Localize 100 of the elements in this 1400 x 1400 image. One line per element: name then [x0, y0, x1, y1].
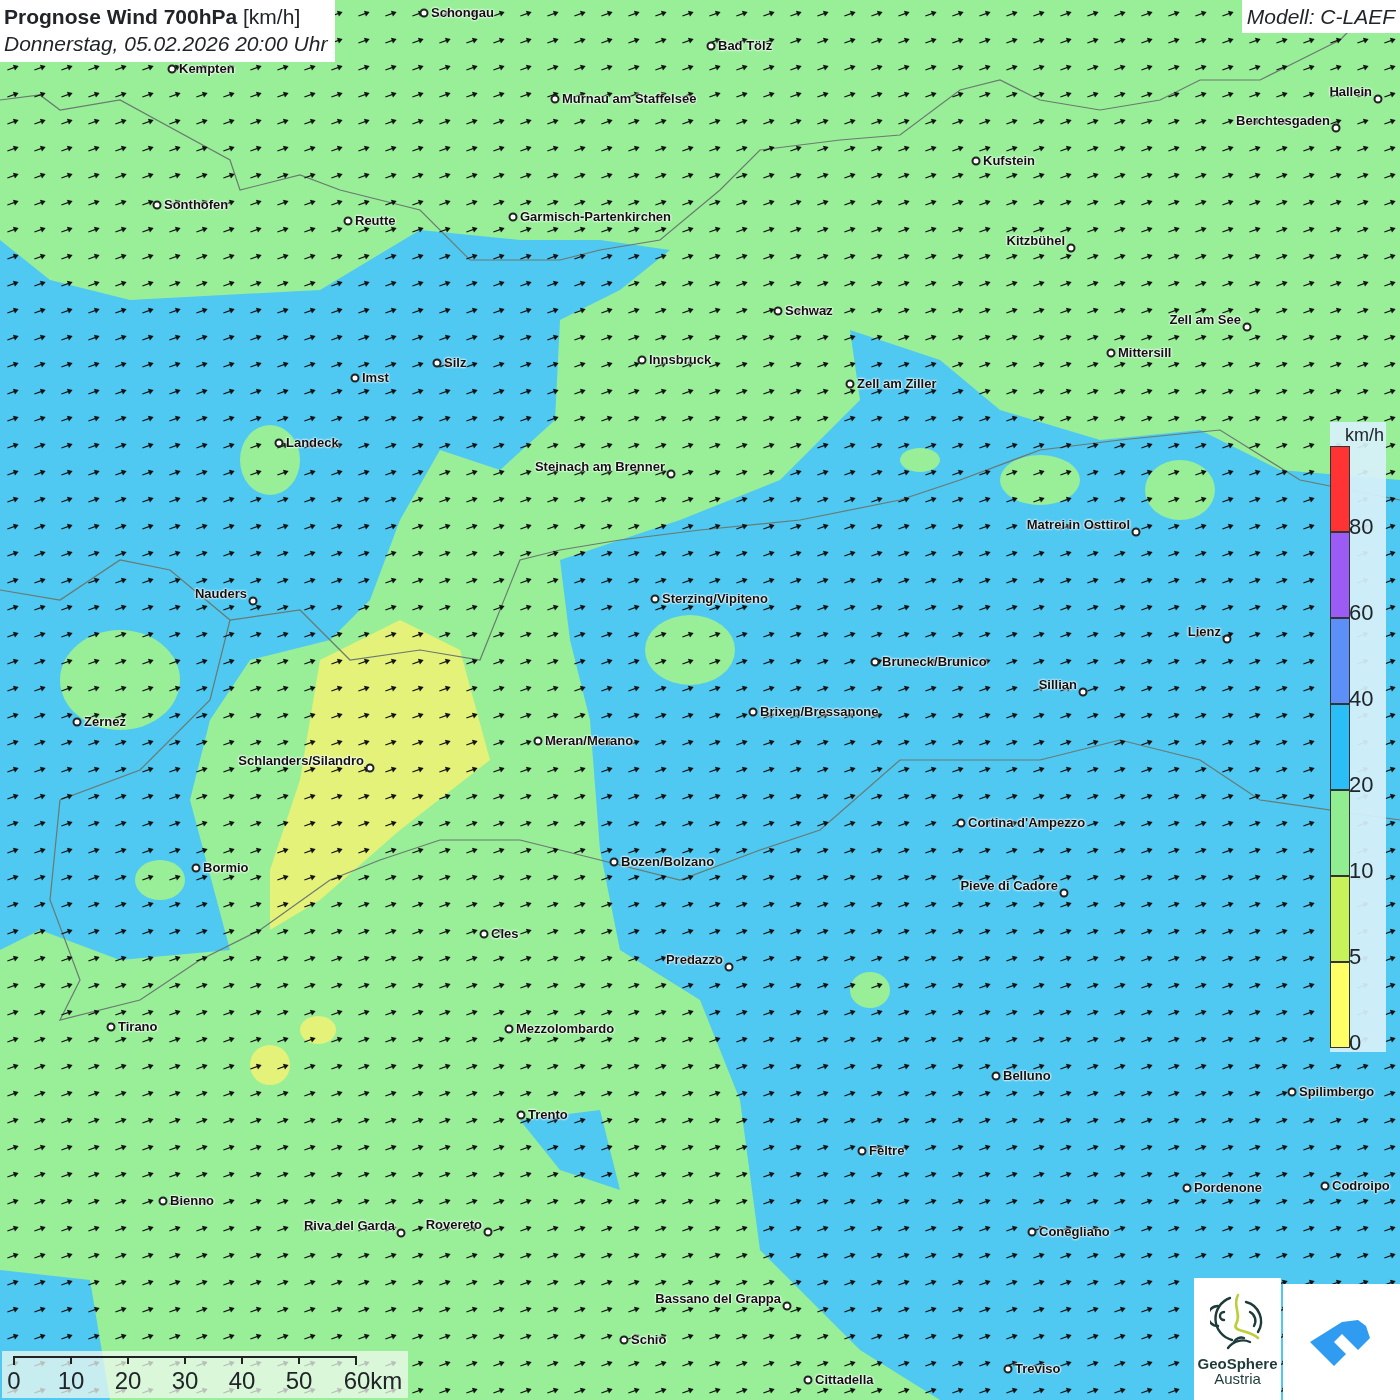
- city-marker-icon: [1027, 1227, 1037, 1237]
- city-marker-icon: [432, 358, 442, 368]
- city-label: Hallein: [1329, 85, 1372, 98]
- city-marker-icon: [365, 763, 375, 773]
- city-marker-icon: [991, 1071, 1001, 1081]
- city-marker-icon: [191, 863, 201, 873]
- city-label: Garmisch-Partenkirchen: [520, 210, 671, 223]
- city-label: Bad Tölz: [718, 39, 773, 52]
- city-label: Bienno: [170, 1194, 215, 1207]
- city-marker-icon: [782, 1301, 792, 1311]
- legend-value: 80: [1349, 516, 1374, 538]
- city-marker-icon: [1003, 1364, 1013, 1374]
- city-label: Schwaz: [785, 304, 833, 317]
- city-marker-icon: [609, 857, 619, 867]
- city-marker-icon: [637, 355, 647, 365]
- city-marker-icon: [152, 200, 162, 210]
- city-label: Meran/Merano: [545, 734, 634, 747]
- city-marker-icon: [870, 657, 880, 667]
- city-label: Trento: [528, 1108, 568, 1121]
- city-label: Imst: [362, 371, 389, 384]
- city-marker-icon: [1320, 1181, 1330, 1191]
- scale-value: 30: [171, 1369, 199, 1393]
- city-label: Landeck: [286, 436, 339, 449]
- city-marker-icon: [1131, 527, 1141, 537]
- city-label: Silz: [444, 356, 467, 369]
- city-marker-icon: [72, 717, 82, 727]
- city-label: Belluno: [1003, 1069, 1051, 1082]
- city-label: Bormio: [203, 861, 249, 874]
- city-marker-icon: [274, 438, 284, 448]
- city-marker-icon: [1059, 888, 1069, 898]
- city-label: Mezzolombardo: [516, 1022, 615, 1035]
- city-marker-icon: [1287, 1087, 1297, 1097]
- city-label: Kempten: [179, 62, 235, 75]
- city-label: Zell am See: [1169, 313, 1241, 326]
- city-label: Riva del Garda: [303, 1219, 395, 1232]
- city-label: Sillian: [1038, 678, 1077, 691]
- scale-value: 0: [7, 1369, 21, 1393]
- city-marker-icon: [504, 1024, 514, 1034]
- legend-value: 60: [1349, 602, 1374, 624]
- city-label: Matrei in Osttirol: [1026, 518, 1130, 531]
- city-label: Bassano del Grappa: [655, 1292, 781, 1305]
- legend-value: 10: [1349, 860, 1374, 882]
- city-marker-icon: [483, 1227, 493, 1237]
- legend-value: 20: [1349, 774, 1374, 796]
- city-label: Bruneck/Brunico: [882, 655, 987, 668]
- city-marker-icon: [516, 1110, 526, 1120]
- city-marker-icon: [158, 1196, 168, 1206]
- city-marker-icon: [396, 1228, 406, 1238]
- city-marker-icon: [167, 64, 177, 74]
- city-label: Cles: [491, 927, 519, 940]
- model-label: Modell: C-LAEF: [1241, 0, 1400, 34]
- city-marker-icon: [845, 379, 855, 389]
- city-marker-icon: [619, 1335, 629, 1345]
- city-marker-icon: [706, 41, 716, 51]
- city-marker-icon: [508, 212, 518, 222]
- city-marker-icon: [1242, 322, 1252, 332]
- city-marker-icon: [419, 8, 429, 18]
- scale-value: 40: [228, 1369, 256, 1393]
- city-label: Lienz: [1187, 625, 1221, 638]
- city-label: Predazzo: [665, 953, 723, 966]
- city-label: Sterzing/Vipiteno: [662, 592, 768, 605]
- city-marker-icon: [971, 156, 981, 166]
- city-label: Murnau am Staffelsee: [562, 92, 697, 105]
- map-title: Prognose Wind 700hPa [km/h]: [4, 4, 302, 30]
- city-label: Cittadella: [815, 1373, 874, 1386]
- city-marker-icon: [1066, 243, 1076, 253]
- city-label: Kitzbühel: [1006, 234, 1065, 247]
- city-label: Zernez: [84, 715, 126, 728]
- city-marker-icon: [748, 707, 758, 717]
- city-label: Cortina d'Ampezzo: [968, 816, 1086, 829]
- legend-value: 0: [1349, 1032, 1362, 1054]
- city-label: Innsbruck: [649, 353, 712, 366]
- city-marker-icon: [1106, 348, 1116, 358]
- city-label: Nauders: [194, 587, 247, 600]
- city-label: Bozen/Bolzano: [621, 855, 715, 868]
- scale-value: 20: [114, 1369, 142, 1393]
- forecast-time: Donnerstag, 05.02.2026 20:00 Uhr: [4, 31, 328, 58]
- city-marker-icon: [666, 469, 676, 479]
- city-label: Spilimbergo: [1299, 1085, 1375, 1098]
- city-marker-icon: [1222, 634, 1232, 644]
- city-marker-icon: [650, 594, 660, 604]
- city-label: Sonthofen: [164, 198, 229, 211]
- city-label: Kufstein: [983, 154, 1035, 167]
- brand-subtitle: Austria: [1214, 1371, 1261, 1388]
- city-marker-icon: [956, 818, 966, 828]
- city-label: Pordenone: [1194, 1181, 1262, 1194]
- city-label: Berchtesgaden: [1236, 114, 1330, 127]
- city-marker-icon: [343, 216, 353, 226]
- city-label: Rovereto: [425, 1218, 482, 1231]
- city-marker-icon: [350, 373, 360, 383]
- city-label: Feltre: [869, 1144, 905, 1157]
- scale-value: 50: [285, 1369, 313, 1393]
- city-label: Schio: [631, 1333, 667, 1346]
- city-marker-icon: [857, 1146, 867, 1156]
- city-label: Pieve di Cadore: [960, 879, 1058, 892]
- city-label: Brixen/Bressanone: [760, 705, 879, 718]
- city-label: Zell am Ziller: [857, 377, 937, 390]
- legend-unit: km/h: [1344, 424, 1385, 446]
- city-marker-icon: [479, 929, 489, 939]
- scale-value: 60km: [343, 1369, 403, 1393]
